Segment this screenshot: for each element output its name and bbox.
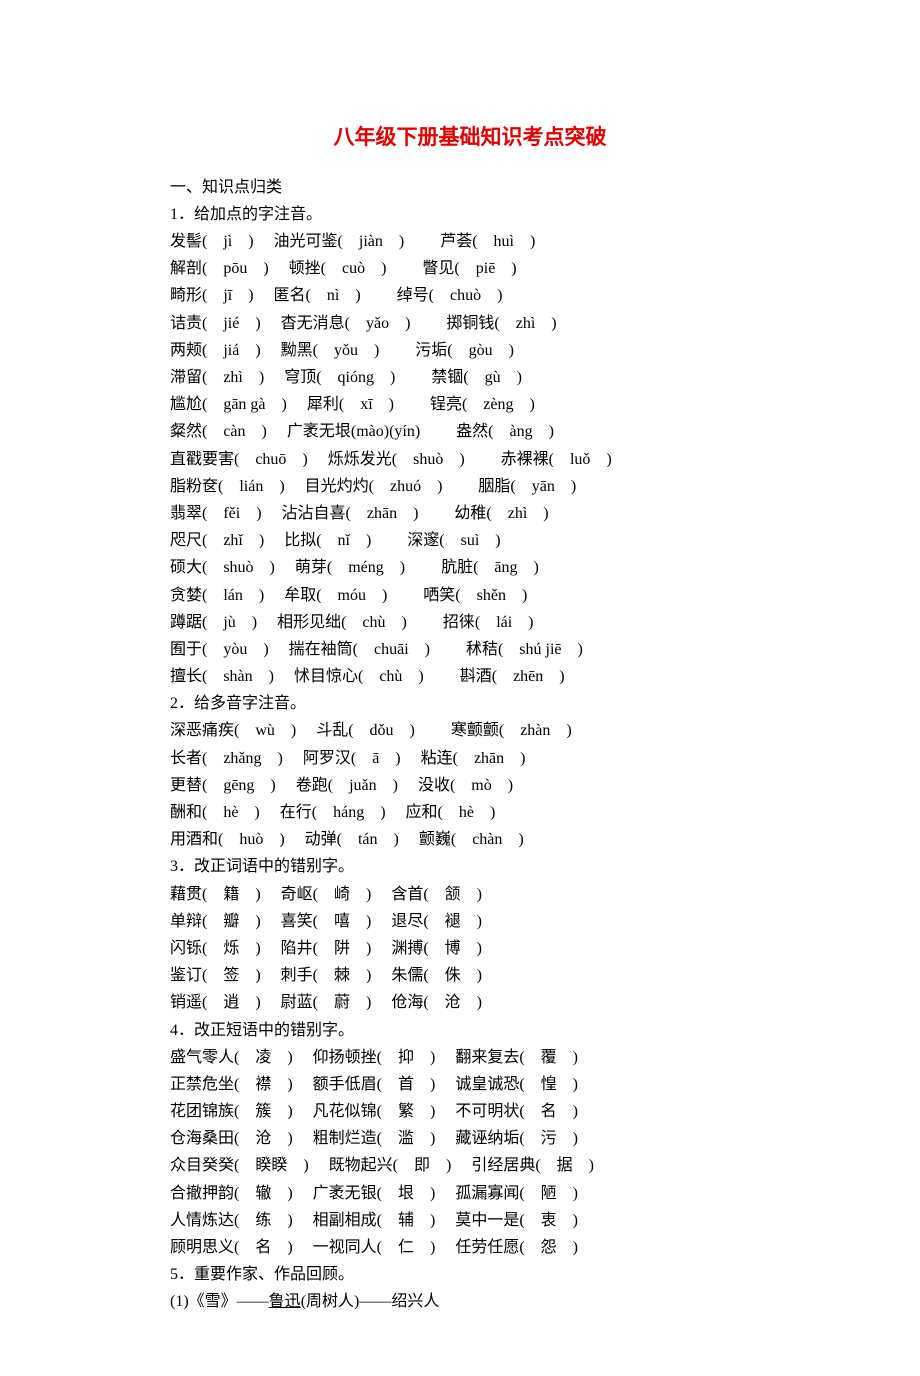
content-line: 粲然( càn ) 广袤无垠(mào)(yín) 盎然( àng ) xyxy=(170,418,770,445)
content-line: 硕大( shuò ) 萌芽( méng ) 肮脏( āng ) xyxy=(170,554,770,581)
question-header: 3．改正词语中的错别字。 xyxy=(170,853,770,880)
content-line: 顾明思义( 名 ) 一视同人( 仁 ) 任劳任愿( 怨 ) xyxy=(170,1234,770,1261)
content-line: 合撤押韵( 辙 ) 广袤无银( 垠 ) 孤漏寡闻( 陋 ) xyxy=(170,1180,770,1207)
content-line: 闪铄( 烁 ) 陷井( 阱 ) 渊搏( 博 ) xyxy=(170,935,770,962)
content-line: 众目癸癸( 睽睽 ) 既物起兴( 即 ) 引经居典( 据 ) xyxy=(170,1152,770,1179)
section-header: 一、知识点归类 xyxy=(170,174,770,201)
page-title: 八年级下册基础知识考点突破 xyxy=(170,120,770,156)
content-line: 发髻( jì ) 油光可鉴( jiàn ) 芦荟( huì ) xyxy=(170,228,770,255)
content-line: 销遥( 逍 ) 尉蓝( 蔚 ) 伧海( 沧 ) xyxy=(170,989,770,1016)
content-line: 仓海桑田( 沧 ) 粗制烂造( 滥 ) 藏诬纳垢( 污 ) xyxy=(170,1125,770,1152)
content-line: 畸形( jī ) 匿名( nì ) 绰号( chuò ) xyxy=(170,282,770,309)
content-line: 藉贯( 籍 ) 奇岖( 崎 ) 含首( 颔 ) xyxy=(170,881,770,908)
content-line: 滞留( zhì ) 穹顶( qióng ) 禁锢( gù ) xyxy=(170,364,770,391)
content-line: 翡翠( fěi ) 沾沾自喜( zhān ) 幼稚( zhì ) xyxy=(170,500,770,527)
content-line: 咫尺( zhǐ ) 比拟( nǐ ) 深邃( suì ) xyxy=(170,527,770,554)
question-header: 1．给加点的字注音。 xyxy=(170,201,770,228)
content-line: 两颊( jiá ) 黝黑( yǒu ) 污垢( gòu ) xyxy=(170,337,770,364)
content-line: 诘责( jié ) 杳无消息( yǎo ) 掷铜钱( zhì ) xyxy=(170,310,770,337)
content-line: 囿于( yòu ) 揣在袖筒( chuāi ) 秫秸( shú jiē ) xyxy=(170,636,770,663)
content-line: 鉴订( 签 ) 刺手( 棘 ) 朱儒( 侏 ) xyxy=(170,962,770,989)
content-line: 深恶痛疾( wù ) 斗乱( dǒu ) 寒颤颤( zhàn ) xyxy=(170,717,770,744)
question-header: 2．给多音字注音。 xyxy=(170,690,770,717)
content-line: 酬和( hè ) 在行( háng ) 应和( hè ) xyxy=(170,799,770,826)
content-line: 直戳要害( chuō ) 烁烁发光( shuò ) 赤裸裸( luǒ ) xyxy=(170,446,770,473)
content-line: 脂粉奁( lián ) 目光灼灼( zhuó ) 胭脂( yān ) xyxy=(170,473,770,500)
content-line: 用酒和( huò ) 动弹( tán ) 颤巍( chàn ) xyxy=(170,826,770,853)
content-line: 正禁危坐( 襟 ) 额手低眉( 首 ) 诚皇诚恐( 惶 ) xyxy=(170,1071,770,1098)
content-line: 盛气零人( 凌 ) 仰扬顿挫( 抑 ) 翻来复去( 覆 ) xyxy=(170,1044,770,1071)
content-line: 人情炼达( 练 ) 相副相成( 辅 ) 莫中一是( 衷 ) xyxy=(170,1207,770,1234)
content-line: 贪婪( lán ) 牟取( móu ) 哂笑( shěn ) xyxy=(170,582,770,609)
content-line: 更替( gēng ) 卷跑( juǎn ) 没收( mò ) xyxy=(170,772,770,799)
question-header: 5．重要作家、作品回顾。 xyxy=(170,1261,770,1288)
content-line: 蹲踞( jù ) 相形见绌( chù ) 招徕( lái ) xyxy=(170,609,770,636)
content-line: 单辩( 瓣 ) 喜笑( 嘻 ) 退尽( 褪 ) xyxy=(170,908,770,935)
content-line: 擅长( shàn ) 怵目惊心( chù ) 斟酒( zhēn ) xyxy=(170,663,770,690)
content-line: 长者( zhǎng ) 阿罗汉( ā ) 粘连( zhān ) xyxy=(170,745,770,772)
content-line: 花团锦族( 簇 ) 凡花似锦( 繁 ) 不可明状( 名 ) xyxy=(170,1098,770,1125)
question-header: 4．改正短语中的错别字。 xyxy=(170,1017,770,1044)
content-line: 尴尬( gān gà ) 犀利( xī ) 锃亮( zèng ) xyxy=(170,391,770,418)
content-line: 解剖( pōu ) 顿挫( cuò ) 瞥见( piē ) xyxy=(170,255,770,282)
